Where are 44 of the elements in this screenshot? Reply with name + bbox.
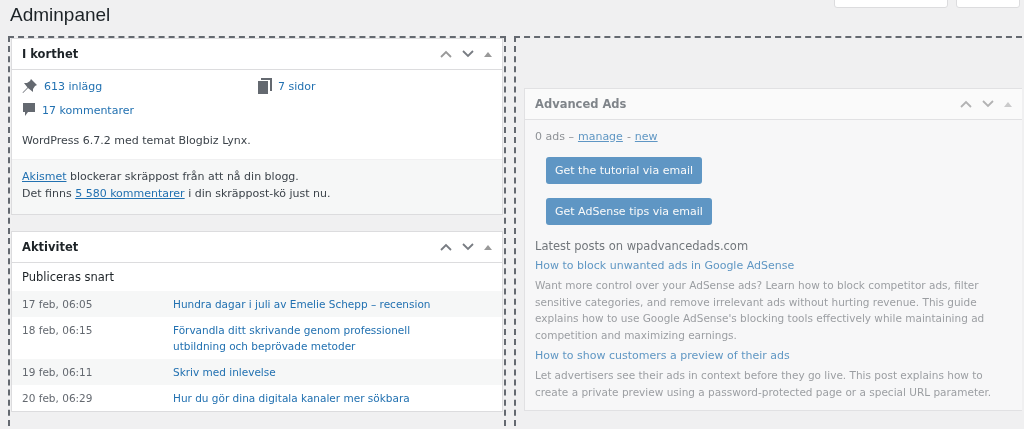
- panel-title: Aktivitet: [22, 240, 79, 254]
- chevron-up-icon[interactable]: [440, 50, 452, 58]
- manage-link[interactable]: manage: [577, 130, 623, 143]
- triangle-up-icon[interactable]: [484, 244, 492, 250]
- panel-title: Advanced Ads: [535, 97, 627, 111]
- post-excerpt: Let advertisers see their ads in context before they go live. This post explains how to create a private preview using a password-protected page or a special URL parameter.: [535, 368, 993, 400]
- post-date: 20 feb, 06:29: [22, 391, 94, 406]
- akismet-text: Akismet blockerar skräppost från att nå din blogg.: [22, 169, 300, 185]
- stat-link[interactable]: 613 inlägg: [44, 79, 103, 93]
- post-link[interactable]: Hur du gör dina digitala kanaler mer sökbara: [173, 390, 492, 406]
- post-date: 17 feb, 06:05: [22, 297, 94, 312]
- post-link[interactable]: Förvandla ditt skrivande genom professionell utbildning och beprövade metoder: [173, 322, 492, 354]
- chevron-up-icon[interactable]: [440, 243, 452, 251]
- comment-icon: [22, 102, 36, 118]
- pages-icon: [258, 78, 272, 94]
- panel-title: I korthet: [22, 47, 79, 61]
- chevron-down-icon[interactable]: [982, 100, 994, 108]
- post-link[interactable]: How to block unwanted ads in Google AdSense: [535, 259, 1012, 272]
- version-text: WordPress 6.7.2 med temat Blogbiz Lynx.: [22, 133, 252, 149]
- triangle-up-icon[interactable]: [484, 51, 492, 57]
- post-link[interactable]: Hundra dagar i juli av Emelie Schepp – recension: [173, 296, 492, 312]
- page-title: Adminpanel: [10, 3, 111, 27]
- chevron-down-icon[interactable]: [462, 243, 474, 251]
- post-date: 19 feb, 06:11: [22, 365, 94, 380]
- post-link[interactable]: Skriv med inlevelse: [173, 364, 492, 380]
- pushpin-icon: [22, 78, 38, 94]
- email-button[interactable]: Get AdSense tips via email: [546, 198, 712, 225]
- new-link[interactable]: new: [634, 130, 658, 143]
- triangle-up-icon[interactable]: [1004, 101, 1012, 107]
- chevron-down-icon[interactable]: [462, 50, 474, 58]
- ads-count-text: 0 ads –: [535, 130, 574, 143]
- post-link[interactable]: How to show customers a preview of their ads: [535, 349, 1012, 362]
- section-title: Publiceras snart: [21, 269, 116, 286]
- stat-link[interactable]: 7 sidor: [278, 79, 316, 93]
- spam-queue-text: Det finns 5 580 kommentarer i din skräppost-kö just nu.: [22, 186, 332, 202]
- email-button[interactable]: Get the tutorial via email: [546, 157, 702, 184]
- post-date: 18 feb, 06:15: [22, 323, 94, 338]
- akismet-link[interactable]: Akismet: [22, 170, 67, 183]
- chevron-up-icon[interactable]: [960, 100, 972, 108]
- separator-text: -: [626, 130, 631, 143]
- post-excerpt: Want more control over your AdSense ads? Learn how to block competitor ads, filter sensitive categories, and remove irrelevant ads without hurting revenue. This guide explains how to use Google AdSense's blocking tools effectively while maintaining ad competition and maximizing earnings.: [535, 278, 986, 343]
- stat-link[interactable]: 17 kommentarer: [42, 103, 134, 117]
- spam-comments-link[interactable]: 5 580 kommentarer: [75, 187, 185, 200]
- feed-title: Latest posts on wpadvancedads.com: [535, 239, 750, 253]
